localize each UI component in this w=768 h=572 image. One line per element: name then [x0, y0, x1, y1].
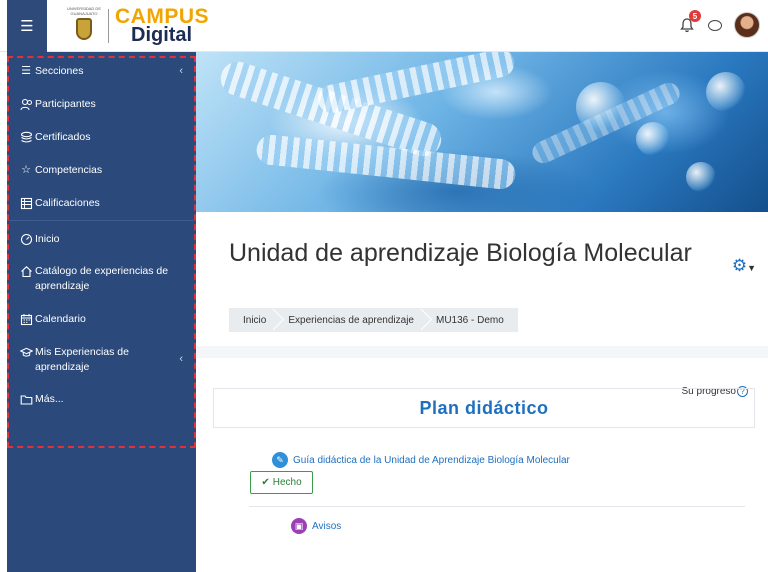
sidebar-item-label: Secciones: [35, 65, 84, 77]
shield-icon: [76, 18, 92, 40]
cell-bubble-graphic: [706, 72, 746, 112]
sidebar-item-mis-experiencias[interactable]: Mis Experiencias de aprendizaje ‹: [19, 345, 189, 375]
breadcrumb-item-experiencias[interactable]: Experiencias de aprendizaje: [288, 315, 414, 326]
hamburger-menu-button[interactable]: ☰: [7, 0, 47, 52]
sidebar-item-label: Calificaciones: [35, 197, 100, 209]
sidebar-item-calificaciones[interactable]: Calificaciones: [19, 196, 189, 211]
top-right-actions: 5: [676, 10, 760, 38]
sidebar-highlight-box: [7, 56, 196, 448]
sidebar-item-secciones[interactable]: ☰ Secciones ‹: [19, 64, 189, 79]
course-sidebar: ☰ Secciones ‹ Participantes Certificados…: [7, 52, 196, 572]
site-logo[interactable]: UNIVERSIDAD DE GUANAJUATO CAMPUS Digital: [62, 6, 209, 46]
sidebar-item-label: Competencias: [35, 164, 103, 176]
content-gap: [196, 346, 768, 358]
chat-bubble-icon: [708, 19, 722, 31]
sidebar-item-label: Catálogo de experiencias de aprendizaje: [35, 265, 169, 292]
sidebar-item-inicio[interactable]: Inicio: [19, 232, 189, 247]
book-icon: ✎: [272, 452, 288, 468]
breadcrumb-separator: [272, 308, 282, 332]
users-icon: [19, 97, 33, 111]
activity-avisos[interactable]: ▣ Avisos: [291, 518, 341, 534]
cell-bubble-graphic: [686, 162, 716, 192]
house-icon: [19, 264, 33, 278]
forum-icon: ▣: [291, 518, 307, 534]
course-settings-menu[interactable]: ⚙▼: [732, 256, 756, 276]
sidebar-item-calendario[interactable]: Calendario: [19, 312, 189, 327]
completion-done-button[interactable]: ✔ Hecho: [250, 471, 313, 494]
list-icon: ☰: [21, 64, 31, 77]
sidebar-item-label: Más...: [35, 393, 64, 405]
user-avatar[interactable]: [734, 12, 760, 38]
activity-link-text[interactable]: Guía didáctica de la Unidad de Aprendiza…: [293, 455, 570, 466]
logo-digital-text: Digital: [131, 24, 193, 46]
gear-icon: ⚙: [731, 256, 748, 275]
campus-digital-wordmark: CAMPUS Digital: [115, 6, 209, 46]
sidebar-item-mas[interactable]: Más...: [19, 392, 189, 407]
sidebar-item-catalogo[interactable]: Catálogo de experiencias de aprendizaje: [19, 264, 189, 294]
sidebar-item-label: Participantes: [35, 98, 96, 110]
breadcrumb: Inicio Experiencias de aprendizaje MU136…: [229, 308, 518, 332]
cell-bubble-graphic: [576, 82, 626, 132]
layers-icon: [19, 130, 33, 144]
calendar-icon: [19, 312, 33, 326]
notifications-button[interactable]: 5: [676, 10, 701, 36]
notification-count-badge: 5: [689, 10, 701, 22]
graduation-cap-icon: [19, 345, 33, 359]
chevron-left-icon[interactable]: ‹: [179, 64, 183, 79]
caret-down-icon: ▼: [747, 263, 756, 273]
star-icon: ☆: [21, 163, 31, 176]
section-title[interactable]: Plan didáctico: [419, 398, 548, 419]
section-header: Plan didáctico: [213, 388, 755, 428]
course-banner-image: [196, 52, 768, 212]
university-name: UNIVERSIDAD DE GUANAJUATO: [66, 6, 101, 16]
sidebar-item-label: Certificados: [35, 131, 91, 143]
gradebook-icon: [19, 196, 33, 210]
chevron-left-icon[interactable]: ‹: [179, 352, 183, 367]
folder-icon: [19, 392, 33, 406]
sidebar-item-label: Inicio: [35, 233, 60, 245]
hamburger-icon: ☰: [20, 18, 34, 35]
top-navbar: ☰ UNIVERSIDAD DE GUANAJUATO CAMPUS Digit…: [0, 0, 768, 52]
course-header-panel: Unidad de aprendizaje Biología Molecular…: [213, 222, 768, 346]
done-label: Hecho: [272, 477, 302, 488]
page-title: Unidad de aprendizaje Biología Molecular: [229, 239, 692, 267]
sidebar-divider: [9, 220, 194, 221]
check-icon: ✔: [261, 477, 270, 488]
activity-guia-didactica[interactable]: ✎ Guía didáctica de la Unidad de Aprendi…: [272, 452, 570, 468]
course-section-panel: Su progreso? Plan didáctico ✎ Guía didác…: [213, 358, 768, 572]
sidebar-item-certificados[interactable]: Certificados: [19, 130, 189, 145]
activity-link-text[interactable]: Avisos: [312, 521, 341, 532]
activity-divider: [249, 506, 745, 507]
sidebar-item-participantes[interactable]: Participantes: [19, 97, 189, 112]
breadcrumb-item-course-code[interactable]: MU136 - Demo: [436, 315, 504, 326]
cell-bubble-graphic: [636, 122, 670, 156]
breadcrumb-separator: [420, 308, 430, 332]
home-dial-icon: [19, 232, 33, 246]
messages-button[interactable]: [704, 14, 726, 36]
university-seal: UNIVERSIDAD DE GUANAJUATO: [62, 6, 106, 46]
sidebar-item-label: Calendario: [35, 313, 86, 325]
sidebar-item-competencias[interactable]: ☆ Competencias: [19, 163, 189, 178]
logo-divider: [108, 9, 109, 43]
sidebar-item-label: Mis Experiencias de aprendizaje: [35, 346, 129, 373]
dna-strand-graphic: [315, 52, 517, 116]
